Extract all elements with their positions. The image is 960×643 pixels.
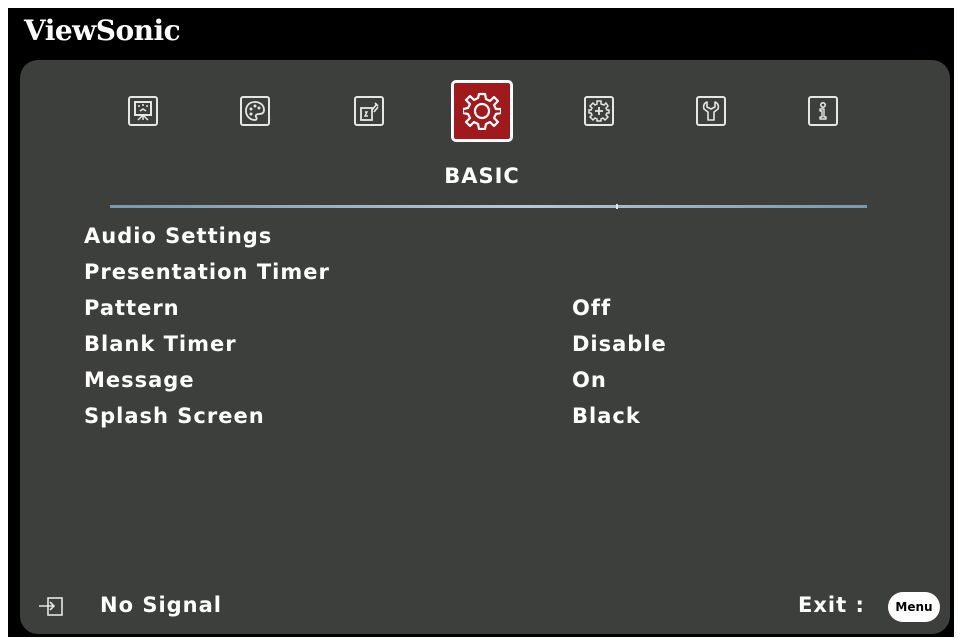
display-icon bbox=[134, 101, 152, 121]
menu-item-label: Pattern bbox=[84, 296, 180, 320]
menu-item-label: Blank Timer bbox=[84, 332, 237, 356]
tab-image-setting[interactable] bbox=[240, 96, 270, 126]
tab-basic[interactable] bbox=[451, 80, 513, 142]
divider-tick bbox=[616, 204, 618, 209]
gear-icon bbox=[463, 92, 501, 130]
tab-divider bbox=[110, 204, 867, 209]
menu-item-blank-timer[interactable]: Blank Timer Disable bbox=[84, 329, 884, 359]
tab-advanced[interactable] bbox=[584, 96, 614, 126]
brand-logo: ViewSonic bbox=[24, 14, 181, 47]
tab-system[interactable] bbox=[696, 96, 726, 126]
tab-power-management[interactable] bbox=[354, 96, 384, 126]
signal-status: No Signal bbox=[100, 593, 222, 617]
menu-item-value: Off bbox=[572, 296, 612, 320]
palette-icon bbox=[245, 101, 265, 121]
menu-item-value: Black bbox=[572, 404, 641, 428]
menu-item-audio-settings[interactable]: Audio Settings bbox=[84, 221, 884, 251]
menu-item-splash-screen[interactable]: Splash Screen Black bbox=[84, 401, 884, 431]
menu-item-label: Audio Settings bbox=[84, 224, 273, 248]
menu-button[interactable]: Menu bbox=[888, 592, 940, 622]
menu-item-label: Message bbox=[84, 368, 195, 392]
menu-item-message[interactable]: Message On bbox=[84, 365, 884, 395]
menu-item-pattern[interactable]: Pattern Off bbox=[84, 293, 884, 323]
osd-window: ViewSonic BASIC Audio Settings Presentat… bbox=[8, 8, 954, 637]
menu-item-label: Splash Screen bbox=[84, 404, 265, 428]
tab-display[interactable] bbox=[128, 96, 158, 126]
menu-item-value: Disable bbox=[572, 332, 667, 356]
selected-tab-label: BASIC bbox=[444, 164, 520, 188]
menu-panel: BASIC Audio Settings Presentation Timer … bbox=[20, 60, 950, 634]
menu-item-label: Presentation Timer bbox=[84, 260, 330, 284]
menu-item-presentation-timer[interactable]: Presentation Timer bbox=[84, 257, 884, 287]
exit-label: Exit : bbox=[798, 593, 865, 617]
input-source-icon bbox=[39, 597, 63, 616]
info-icon bbox=[819, 101, 827, 120]
menu-item-value: On bbox=[572, 368, 607, 392]
wrench-icon bbox=[702, 101, 720, 121]
power-plug-icon bbox=[360, 102, 379, 121]
advanced-gear-icon bbox=[588, 100, 610, 122]
tab-information[interactable] bbox=[808, 96, 838, 126]
